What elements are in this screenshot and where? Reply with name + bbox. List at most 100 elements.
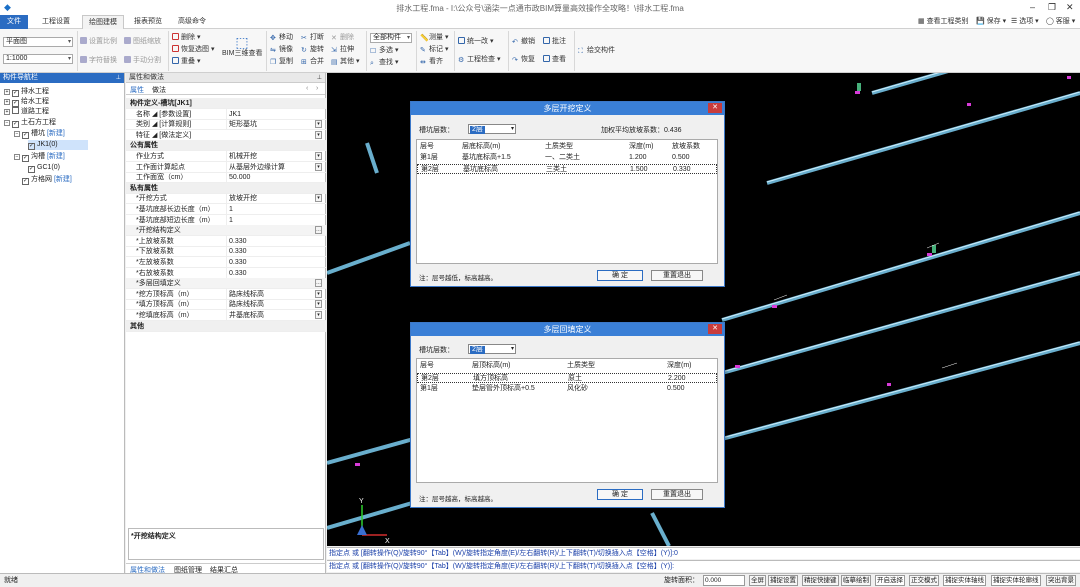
property-row[interactable]: *下放坡系数 0.330: [126, 246, 326, 258]
ok-button[interactable]: 确 定: [597, 270, 643, 281]
trace-draw-button[interactable]: 临摹绘制: [841, 575, 871, 586]
snap-axis-button[interactable]: 捕捉实体轴线: [943, 575, 986, 586]
copy-button[interactable]: ❐ 复制: [270, 57, 293, 67]
merge-button[interactable]: ⊞ 合并: [301, 57, 324, 67]
property-row[interactable]: *填方顶标高（m） 路床线标高 ▾: [126, 299, 326, 311]
property-row[interactable]: 名称 ◢ [参数设置] JK1: [126, 108, 326, 120]
snap-shortcut-button[interactable]: 精捉快捷键: [802, 575, 839, 586]
view-annotation-button[interactable]: 查看: [543, 55, 566, 65]
save-button[interactable]: 💾 保存 ▾: [976, 15, 1006, 29]
property-value[interactable]: 50.000: [226, 172, 322, 184]
property-row[interactable]: 作业方式 机械开挖 ▾: [126, 151, 326, 162]
component-filter-combo[interactable]: 全部构件: [370, 33, 412, 43]
next-arrow-icon[interactable]: ›: [316, 85, 318, 92]
tree-item-grid[interactable]: ✓ 方格网 [新建]: [22, 175, 72, 185]
property-row[interactable]: *左放坡系数 0.330: [126, 257, 326, 268]
project-check-button[interactable]: ⚙ 工程检查 ▾: [458, 55, 500, 65]
chevron-down-icon[interactable]: ▾: [315, 289, 322, 298]
property-row[interactable]: 工作面计算起点 从基层外边缘计算 ▾: [126, 161, 326, 173]
view-project-category-button[interactable]: ▦ 查看工程类别: [918, 15, 969, 29]
property-value[interactable]: 0.330: [226, 235, 322, 247]
property-value[interactable]: 1: [226, 204, 322, 215]
chevron-down-icon[interactable]: ▾: [315, 162, 322, 171]
manual-split-button[interactable]: 手动分割: [124, 56, 161, 66]
property-row[interactable]: 工作面宽（cm） 50.000: [126, 172, 326, 184]
stretch-button[interactable]: ⇲ 拉伸: [331, 45, 354, 55]
property-row[interactable]: 类别 ◢ [计算规则] 矩形基坑 ▾: [126, 119, 326, 131]
pin-icon[interactable]: ⊥: [317, 73, 322, 83]
pin-icon[interactable]: ⊥: [116, 73, 121, 83]
property-value[interactable]: 路床线标高: [226, 299, 322, 311]
layers-combo[interactable]: 2层: [468, 344, 516, 354]
property-value[interactable]: 机械开挖: [226, 151, 322, 162]
snap-outline-button[interactable]: 捕捉实体轮廓线: [991, 575, 1041, 586]
chevron-down-icon[interactable]: ▾: [315, 300, 322, 309]
snap-settings-button[interactable]: 捕捉设置: [768, 575, 798, 586]
property-row[interactable]: *右放坡系数 0.330: [126, 267, 326, 279]
fullscreen-button[interactable]: 全屏: [749, 575, 766, 586]
redo-button[interactable]: ↷ 恢复: [512, 55, 535, 65]
property-value[interactable]: JK1: [226, 108, 322, 120]
break-button[interactable]: ✂ 打断: [301, 33, 324, 43]
property-row[interactable]: 特征 ◢ [做法定义] ▾: [126, 130, 326, 141]
property-value[interactable]: 0.330: [226, 257, 322, 268]
tree-item-pit[interactable]: − ✓ 槽坑 [新建]: [14, 129, 65, 139]
view-combo[interactable]: 平面图: [3, 37, 73, 47]
batch-edit-button[interactable]: 统一改 ▾: [458, 37, 493, 47]
property-value[interactable]: 井基底标高: [226, 310, 322, 321]
tab-properties[interactable]: 属性: [130, 85, 144, 95]
find-button[interactable]: ⌕ 查找 ▾: [370, 58, 398, 68]
measure-button[interactable]: 📏测量 ▾: [420, 33, 448, 43]
file-menu[interactable]: 文件: [0, 15, 28, 29]
property-row[interactable]: *开挖结构定义…: [126, 225, 326, 237]
tab-method[interactable]: 做法: [152, 85, 166, 95]
chevron-down-icon[interactable]: ▾: [315, 120, 322, 129]
property-value[interactable]: 0.330: [226, 246, 322, 258]
table-row[interactable]: 第2层 填方顶标高 原土 2.200: [417, 373, 717, 383]
annotate-button[interactable]: 批注: [543, 37, 566, 47]
ortho-mode-button[interactable]: 正交模式: [909, 575, 939, 586]
rotate-area-input[interactable]: 0.000: [703, 575, 745, 586]
enable-select-button[interactable]: 开启选择: [875, 575, 905, 586]
support-button[interactable]: ◯ 客服 ▾: [1046, 15, 1075, 29]
set-scale-button[interactable]: 设置比例: [80, 37, 117, 47]
close-button[interactable]: ✕: [1066, 2, 1074, 13]
move-button[interactable]: ✥ 移动: [270, 33, 293, 43]
chevron-down-icon[interactable]: ▾: [315, 311, 322, 319]
restore-drawing-button[interactable]: 恢复选图 ▾: [172, 45, 214, 55]
tab-project-settings[interactable]: 工程设置: [36, 15, 76, 29]
property-row[interactable]: *基坑底部长边长度（m） 1: [126, 204, 326, 215]
property-value[interactable]: 路床线标高: [226, 288, 322, 300]
ellipsis-icon[interactable]: …: [315, 279, 322, 288]
tab-report-preview[interactable]: 报表预览: [128, 15, 168, 29]
drawing-zoom-button[interactable]: 图纸缩放: [124, 37, 161, 47]
align-button[interactable]: ⇹ 看齐: [420, 57, 443, 67]
command-input-line[interactable]: 指定点 或 [翻转操作(Q)/旋转90°【Tab】(W)/旋转指定角度(E)/左…: [327, 560, 1080, 572]
tree-item-earthwork[interactable]: − ✓ 土石方工程: [4, 118, 56, 128]
property-value[interactable]: 1: [226, 214, 322, 226]
ok-button[interactable]: 确 定: [597, 489, 643, 500]
property-value[interactable]: 0.330: [226, 267, 322, 279]
property-row[interactable]: *多层回填定义…: [126, 278, 326, 290]
chevron-down-icon[interactable]: ▾: [315, 194, 322, 203]
draw-cross-component-button[interactable]: ⛶ 绘交构件: [578, 46, 615, 56]
undo-button[interactable]: ↶ 撤销: [512, 37, 535, 47]
table-row[interactable]: 第2层 基坑底标高 三类土 1.500 0.330: [417, 164, 717, 174]
ellipsis-icon[interactable]: …: [315, 226, 322, 235]
property-value[interactable]: 矩形基坑: [226, 119, 322, 131]
property-row[interactable]: *挖方顶标高（m） 路床线标高 ▾: [126, 288, 326, 300]
tree-item-jk1[interactable]: ✓ JK1(0): [28, 140, 88, 150]
tree-item-drainage[interactable]: + ✓ 排水工程: [4, 87, 49, 97]
overlap-button[interactable]: 重叠 ▾: [172, 57, 200, 67]
table-row[interactable]: 第1层 基坑底标高+1.5 一、二类土 1.200 0.500: [417, 153, 717, 163]
reset-exit-button[interactable]: 重置退出: [651, 270, 703, 281]
options-button[interactable]: ☰ 选项 ▾: [1011, 15, 1039, 29]
mark-button[interactable]: ✎ 标记 ▾: [420, 45, 448, 55]
multi-select-button[interactable]: ☐ 多选 ▾: [370, 46, 398, 56]
tree-item-gc1[interactable]: ✓ GC1(0): [28, 163, 60, 173]
tree-item-trench[interactable]: − ✓ 沟槽 [新建]: [14, 152, 65, 162]
bim-3d-view-button[interactable]: ⬚ BIM三维查看: [222, 35, 262, 59]
tree-item-road[interactable]: + 道路工程: [4, 107, 49, 116]
chevron-down-icon[interactable]: ▾: [315, 130, 322, 139]
other-button[interactable]: ▤ 其他 ▾: [331, 57, 359, 67]
